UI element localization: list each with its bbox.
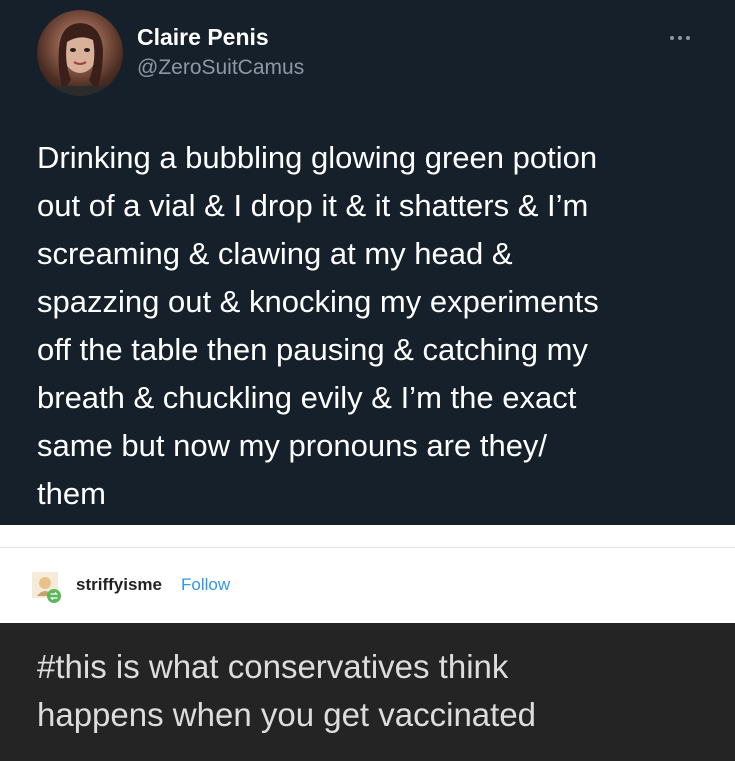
more-horizontal-icon[interactable]	[665, 28, 695, 48]
embedded-tweet: Claire Penis @ZeroSuitCamus Drinking a b…	[0, 0, 735, 525]
follow-button[interactable]: Follow	[181, 575, 230, 595]
reblog-badge-icon	[47, 589, 61, 603]
reblog-header: striffyisme Follow	[0, 548, 735, 623]
tweet-author-handle[interactable]: @ZeroSuitCamus	[137, 56, 304, 80]
reblogger-avatar[interactable]	[32, 572, 62, 604]
reblogger-username[interactable]: striffyisme	[76, 575, 162, 595]
tweet-body-text: Drinking a bubbling glowing green potion…	[37, 140, 599, 511]
reblog-comment-text: #this is what conservatives think happen…	[37, 648, 537, 733]
tweet-author-avatar[interactable]	[37, 10, 123, 96]
tweet-author-name[interactable]: Claire Penis	[137, 24, 269, 51]
reblog-comment: #this is what conservatives think happen…	[0, 623, 735, 761]
